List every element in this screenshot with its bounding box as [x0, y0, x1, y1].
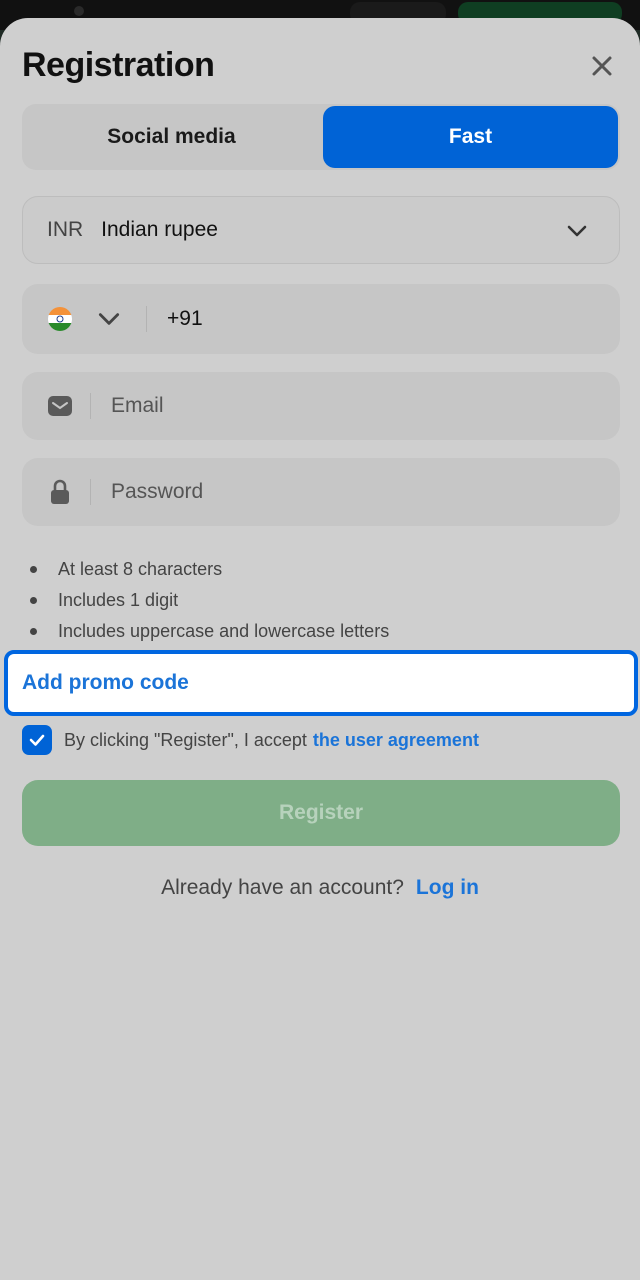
india-flag-icon[interactable]	[48, 307, 72, 331]
agreement-text: By clicking "Register", I accept	[64, 729, 307, 750]
login-question: Already have an account?	[161, 876, 404, 899]
password-input[interactable]	[111, 480, 571, 504]
close-icon	[592, 56, 612, 76]
agreement-row: By clicking "Register", I accept the use…	[22, 724, 479, 756]
add-promo-code-button[interactable]: Add promo code	[4, 650, 638, 716]
currency-select[interactable]: INR Indian rupee	[22, 196, 620, 264]
lock-icon	[46, 479, 74, 505]
password-rule: Includes 1 digit	[30, 585, 389, 616]
currency-code: INR	[47, 218, 84, 241]
user-agreement-link[interactable]: the user agreement	[313, 730, 479, 751]
password-field[interactable]	[22, 458, 620, 526]
chevron-down-icon	[567, 225, 587, 237]
tab-social-media[interactable]: Social media	[24, 106, 319, 168]
email-input[interactable]	[111, 394, 571, 418]
status-dot	[74, 6, 84, 16]
tab-fast[interactable]: Fast	[323, 106, 618, 168]
password-rule: At least 8 characters	[30, 554, 389, 585]
phone-field[interactable]: +91	[22, 284, 620, 354]
login-prompt: Already have an account? Log in	[0, 872, 640, 904]
close-button[interactable]	[584, 48, 620, 84]
password-rule: Includes uppercase and lowercase letters	[30, 616, 389, 647]
register-button[interactable]: Register	[22, 780, 620, 846]
password-rules: At least 8 characters Includes 1 digit I…	[30, 554, 389, 647]
registration-sheet: Registration Social media Fast INR India…	[0, 18, 640, 1280]
page-title: Registration	[22, 46, 215, 84]
registration-tabs: Social media Fast	[22, 104, 620, 170]
country-chevron-down-icon[interactable]	[96, 306, 122, 332]
phone-divider	[146, 306, 147, 332]
checkmark-icon	[29, 734, 45, 746]
agreement-checkbox[interactable]	[22, 725, 52, 755]
phone-country-code[interactable]: +91	[167, 307, 203, 331]
promo-label: Add promo code	[22, 671, 189, 694]
password-divider	[90, 479, 91, 505]
login-link[interactable]: Log in	[416, 876, 479, 900]
email-divider	[90, 393, 91, 419]
mail-icon	[46, 395, 74, 417]
currency-name: Indian rupee	[101, 218, 218, 241]
email-field[interactable]	[22, 372, 620, 440]
